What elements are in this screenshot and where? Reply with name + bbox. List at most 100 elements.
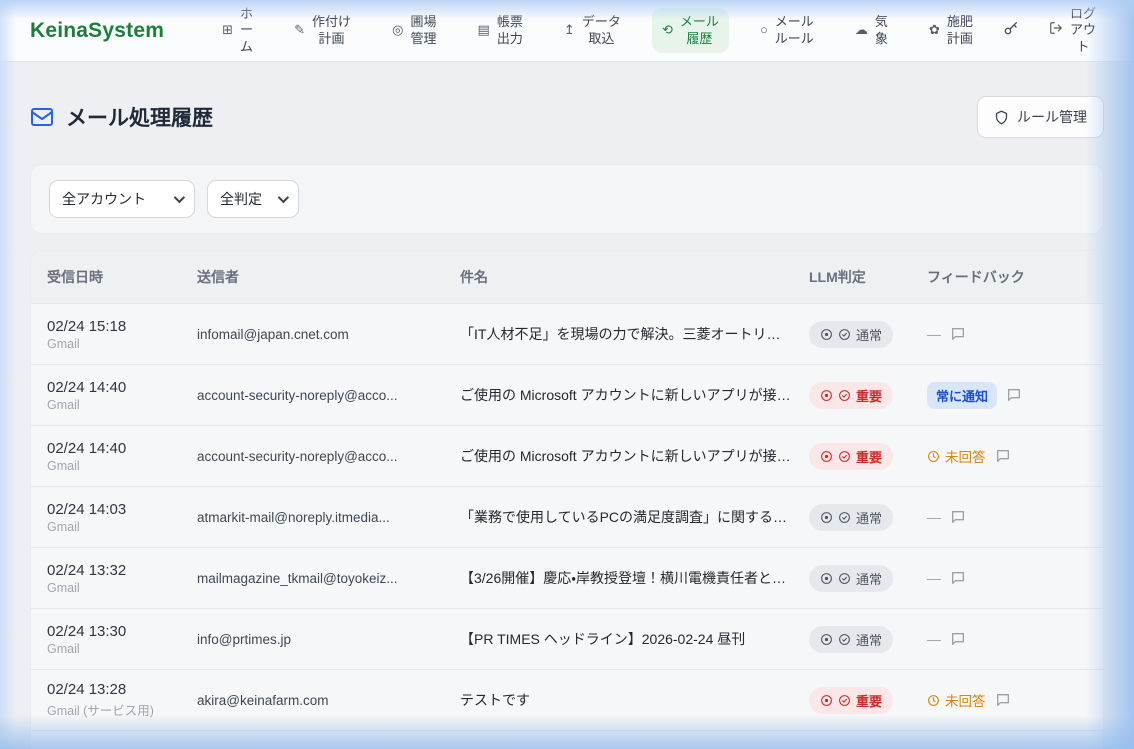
judgment-label: 通常	[856, 508, 882, 527]
logout-button[interactable]: ログ アウ ト	[1039, 0, 1106, 61]
received-cell: 02/24 14:40 Gmail	[47, 379, 197, 412]
circle-dot-icon	[820, 450, 833, 463]
sender-cell: info@prtimes.jp	[197, 632, 460, 647]
nav-item-label: メール 履歴	[680, 14, 719, 47]
circle-dot-icon	[820, 694, 833, 707]
feedback-cell: —	[927, 570, 1087, 586]
chevron-down-icon	[278, 192, 289, 203]
col-header-judgment: LLM判定	[809, 267, 927, 287]
table-row[interactable]: 02/24 13:32 Gmail mailmagazine_tkmail@to…	[31, 547, 1103, 608]
feedback-none-dash: —	[927, 570, 941, 586]
judgment-badge: 通常	[809, 565, 893, 592]
feedback-cell: 未回答	[927, 690, 1087, 710]
document-icon: ▤	[478, 22, 490, 38]
nav-item-fields[interactable]: ◎圃場 管理	[382, 8, 446, 53]
shield-icon	[994, 110, 1009, 125]
comment-bubble-icon[interactable]	[950, 570, 966, 586]
col-header-sender: 送信者	[197, 267, 460, 287]
rule-manage-label: ルール管理	[1017, 107, 1087, 127]
table-row[interactable]: 02/24 12:10 digital@kochinews.jp 四万十福祉専門…	[31, 730, 1103, 749]
received-cell: 02/24 14:03 Gmail	[47, 501, 197, 534]
judgment-cell: 重要	[809, 443, 927, 470]
judgment-label: 重要	[856, 691, 882, 710]
judgment-cell: 重要	[809, 382, 927, 409]
feedback-none-dash: —	[927, 631, 941, 647]
judgment-badge: 通常	[809, 504, 893, 531]
nav-item-import[interactable]: ↥データ 取込	[554, 8, 631, 53]
comment-bubble-icon[interactable]	[995, 692, 1011, 708]
feedback-cell: —	[927, 631, 1087, 647]
received-cell: 02/24 13:28 Gmail (サービス用)	[47, 681, 197, 719]
sender-cell: account-security-noreply@acco...	[197, 388, 460, 403]
sender-cell: account-security-noreply@acco...	[197, 449, 460, 464]
received-cell: 02/24 13:30 Gmail	[47, 623, 197, 656]
chevron-down-icon	[174, 192, 185, 203]
rule-manage-button[interactable]: ルール管理	[977, 96, 1104, 138]
home-grid-icon: ⊞	[222, 22, 233, 38]
table-row[interactable]: 02/24 13:30 Gmail info@prtimes.jp 【PR TI…	[31, 608, 1103, 669]
nav-item-mail-history[interactable]: ⟲メール 履歴	[652, 8, 729, 53]
account-label: Gmail	[47, 398, 197, 412]
feedback-unanswered-label: 未回答	[945, 446, 986, 466]
nav-item-label: 帳票 出力	[497, 14, 523, 47]
judgment-badge: 通常	[809, 626, 893, 653]
nav-item-weather[interactable]: ☁ 気 象	[845, 8, 898, 53]
table-body: 02/24 15:18 Gmail infomail@japan.cnet.co…	[31, 303, 1103, 749]
cloud-icon: ☁	[855, 22, 868, 38]
top-navigation-bar: KeinaSystem ⊞ホ ー ム ✎作付け 計画 ◎圃場 管理 ▤ 帳票 出力 ↥デー…	[0, 0, 1134, 62]
page-header-row: メール処理履歴 ルール管理	[30, 96, 1104, 138]
table-row[interactable]: 02/24 14:40 Gmail account-security-norep…	[31, 425, 1103, 486]
seedling-icon: ✿	[929, 22, 940, 38]
nav-item-label: 作付け 計画	[312, 14, 351, 47]
nav-item-mail-rules[interactable]: ○メール ルール	[750, 8, 824, 53]
circle-check-icon	[838, 694, 851, 707]
judgment-label: 重要	[856, 447, 882, 466]
table-row[interactable]: 02/24 13:28 Gmail (サービス用) akira@keinafar…	[31, 669, 1103, 730]
key-button[interactable]	[997, 14, 1025, 47]
nav-item-home[interactable]: ⊞ホ ー ム	[212, 0, 263, 61]
judgment-badge: 通常	[809, 321, 893, 348]
nav-item-fertilizer[interactable]: ✿ 施肥 計画	[919, 8, 983, 53]
circle-check-icon	[838, 572, 851, 585]
account-label: Gmail	[47, 642, 197, 656]
judgment-cell: 重要	[809, 687, 927, 714]
feedback-unanswered: 未回答	[927, 446, 986, 466]
judgment-filter-select[interactable]: 全判定	[207, 180, 299, 218]
circle-check-icon	[838, 328, 851, 341]
table-header-row: 受信日時 送信者 件名 LLM判定 フィードバック	[31, 251, 1103, 303]
nav-item-label: 圃場 管理	[410, 14, 436, 47]
nav-item-label: 気 象	[875, 14, 888, 47]
comment-bubble-icon[interactable]	[1006, 387, 1022, 403]
logout-label: ログ アウ ト	[1070, 6, 1096, 55]
table-row[interactable]: 02/24 14:40 Gmail account-security-norep…	[31, 364, 1103, 425]
received-cell: 02/24 14:40 Gmail	[47, 440, 197, 473]
brand-logo[interactable]: KeinaSystem	[30, 19, 164, 43]
feedback-unanswered: 未回答	[927, 690, 986, 710]
circle-icon: ○	[760, 22, 768, 38]
received-cell: 02/24 13:32 Gmail	[47, 562, 197, 595]
judgment-badge: 重要	[809, 382, 893, 409]
judgment-cell: 通常	[809, 504, 927, 531]
judgment-cell: 通常	[809, 565, 927, 592]
table-row[interactable]: 02/24 14:03 Gmail atmarkit-mail@noreply.…	[31, 486, 1103, 547]
nav-item-label: 施肥 計画	[947, 14, 973, 47]
comment-bubble-icon[interactable]	[950, 509, 966, 525]
account-label: Gmail (サービス用)	[47, 700, 197, 719]
subject-cell: 「IT人材不足」を現場の力で解決。三菱オートリース・MS＆AD...	[460, 324, 809, 344]
col-header-subject: 件名	[460, 267, 809, 287]
table-row[interactable]: 02/24 15:18 Gmail infomail@japan.cnet.co…	[31, 303, 1103, 364]
filter-panel: 全アカウント 全判定	[30, 164, 1104, 234]
comment-bubble-icon[interactable]	[950, 326, 966, 342]
comment-bubble-icon[interactable]	[950, 631, 966, 647]
comment-bubble-icon[interactable]	[995, 448, 1011, 464]
received-cell: 02/24 15:18 Gmail	[47, 318, 197, 351]
feedback-always-badge: 常に通知	[927, 382, 997, 409]
circle-check-icon	[838, 389, 851, 402]
feedback-cell: 未回答	[927, 446, 1087, 466]
nav-item-reports[interactable]: ▤ 帳票 出力	[468, 8, 533, 53]
nav-item-planting[interactable]: ✎作付け 計画	[284, 8, 361, 53]
account-filter-select[interactable]: 全アカウント	[49, 180, 195, 218]
judgment-cell: 通常	[809, 321, 927, 348]
judgment-label: 通常	[856, 325, 882, 344]
circle-check-icon	[838, 450, 851, 463]
